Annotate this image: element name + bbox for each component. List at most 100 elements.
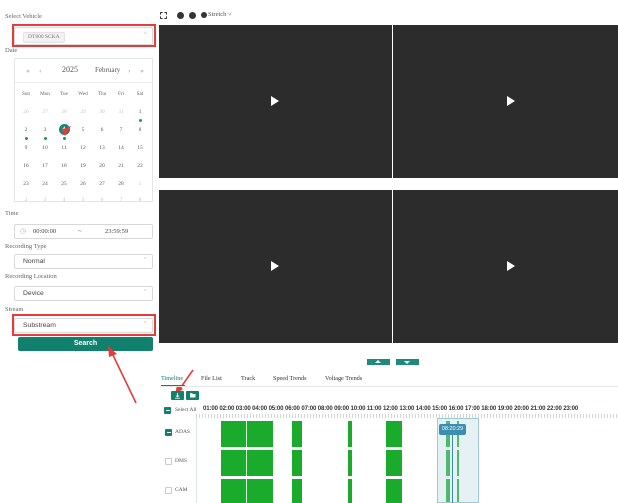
next-year-icon[interactable]: »	[140, 67, 144, 75]
timeline-ruler	[196, 414, 618, 418]
calendar-day[interactable]: 2	[18, 127, 34, 133]
hour-tick-label: 12:00	[382, 405, 398, 412]
recording-segment[interactable]	[386, 421, 402, 447]
calendar-day[interactable]: 17	[37, 163, 53, 169]
calendar-day[interactable]: 6	[94, 197, 110, 203]
end-time[interactable]: 23:59:59	[105, 228, 128, 235]
calendar-day[interactable]: 4	[56, 197, 72, 203]
calendar-day[interactable]: 15	[132, 145, 148, 151]
calendar-day[interactable]: 26	[75, 181, 91, 187]
calendar-day[interactable]: 19	[75, 163, 91, 169]
calendar-day[interactable]: 18	[56, 163, 72, 169]
expand-button[interactable]	[396, 359, 419, 365]
recording-segment[interactable]	[386, 450, 402, 476]
recording-location-value: Device	[23, 290, 44, 297]
calendar-day[interactable]: 7	[113, 127, 129, 133]
adas-checkbox[interactable]	[165, 429, 172, 436]
recording-segment[interactable]	[386, 479, 402, 503]
prev-month-icon[interactable]: ‹	[39, 67, 42, 75]
calendar-day[interactable]: 29	[75, 109, 91, 115]
tab-voltage-trends[interactable]: Voltage Trends	[325, 375, 362, 382]
calendar-day[interactable]: 13	[94, 145, 110, 151]
calendar-day[interactable]: 16	[18, 163, 34, 169]
recording-segment[interactable]	[348, 450, 352, 476]
calendar-day[interactable]: 1	[132, 109, 148, 115]
calendar-day[interactable]: 2	[18, 197, 34, 203]
play-icon[interactable]	[271, 96, 279, 106]
dms-checkbox[interactable]	[165, 458, 172, 465]
start-time[interactable]: 00:00:00	[33, 228, 56, 235]
video-pane-3[interactable]	[159, 190, 392, 343]
calendar-day[interactable]: 25	[56, 181, 72, 187]
folder-button[interactable]	[186, 391, 199, 400]
play-icon[interactable]	[507, 96, 515, 106]
recording-segment[interactable]	[348, 421, 352, 447]
tab-track[interactable]: Track	[241, 375, 255, 382]
calendar-day[interactable]: 7	[113, 197, 129, 203]
recording-segment[interactable]	[348, 479, 352, 503]
recording-segment[interactable]	[221, 479, 273, 503]
hour-tick-label: 02:00	[219, 405, 235, 412]
recording-segment[interactable]	[292, 479, 302, 503]
recording-segment[interactable]	[221, 421, 273, 447]
chevron-up-icon	[375, 360, 381, 363]
play-icon[interactable]	[507, 261, 515, 271]
pause-all-icon[interactable]	[189, 12, 196, 19]
calendar-day[interactable]: 20	[94, 163, 110, 169]
tab-speed-trends[interactable]: Speed Trends	[273, 375, 307, 382]
calendar-day[interactable]: 27	[94, 181, 110, 187]
download-button[interactable]	[171, 391, 184, 400]
play-all-icon[interactable]	[177, 12, 184, 19]
calendar-day[interactable]: 5	[75, 197, 91, 203]
calendar-day[interactable]: 27	[37, 109, 53, 115]
calendar-year[interactable]: 2025	[62, 65, 78, 74]
calendar-day[interactable]: 1	[132, 181, 148, 187]
calendar-day[interactable]: 26	[18, 109, 34, 115]
calendar-day[interactable]: 6	[94, 127, 110, 133]
tab-file-list[interactable]: File List	[201, 375, 222, 382]
calendar-month[interactable]: February	[95, 66, 120, 74]
recording-segment[interactable]	[221, 450, 273, 476]
next-month-icon[interactable]: ›	[128, 67, 131, 75]
calendar-day[interactable]: 3	[37, 127, 53, 133]
recording-type-select[interactable]: Normal ˅	[14, 254, 153, 269]
tab-timeline[interactable]: Timeline	[161, 375, 183, 382]
calendar-day[interactable]: 3	[37, 197, 53, 203]
video-pane-4[interactable]	[393, 190, 618, 343]
calendar-day[interactable]: 31	[113, 109, 129, 115]
calendar-day[interactable]: 14	[113, 145, 129, 151]
weekday-header: Thu	[97, 91, 107, 97]
calendar-day[interactable]: 30	[94, 109, 110, 115]
hour-tick-label: 13:00	[399, 405, 415, 412]
calendar-day[interactable]: 23	[18, 181, 34, 187]
play-icon[interactable]	[271, 261, 279, 271]
stretch-dropdown[interactable]: Stretch ˅	[208, 11, 232, 18]
video-pane-2[interactable]	[393, 25, 618, 178]
collapse-button[interactable]	[367, 359, 390, 365]
cam-checkbox[interactable]	[165, 487, 172, 494]
hour-tick-label: 16:00	[448, 405, 464, 412]
prev-year-icon[interactable]: «	[26, 67, 30, 75]
calendar-day[interactable]: 10	[37, 145, 53, 151]
recording-segment[interactable]	[292, 421, 302, 447]
calendar-day[interactable]: 8	[132, 197, 148, 203]
calendar-day[interactable]: 28	[113, 181, 129, 187]
stop-all-icon[interactable]	[201, 12, 207, 18]
time-range-input[interactable]: ◷ 00:00:00 ~ 23:59:59	[14, 224, 153, 239]
video-pane-1[interactable]	[159, 25, 392, 178]
select-all-checkbox[interactable]	[164, 407, 171, 414]
hour-tick-label: 20:00	[514, 405, 529, 412]
recording-location-select[interactable]: Device ˅	[14, 286, 153, 301]
calendar-day[interactable]: 21	[113, 163, 129, 169]
hour-tick-label: 17:00	[464, 405, 480, 412]
timeline-cursor-time: 08:20:29	[439, 424, 466, 435]
calendar-day[interactable]: 24	[37, 181, 53, 187]
calendar-day[interactable]: 8	[132, 127, 148, 133]
fullscreen-icon[interactable]	[160, 12, 167, 19]
recording-segment[interactable]	[292, 450, 302, 476]
calendar-day[interactable]: 28	[56, 109, 72, 115]
calendar-day[interactable]: 9	[18, 145, 34, 151]
calendar-day[interactable]: 22	[132, 163, 148, 169]
segment-divider	[246, 479, 247, 503]
segment-divider	[246, 421, 247, 447]
